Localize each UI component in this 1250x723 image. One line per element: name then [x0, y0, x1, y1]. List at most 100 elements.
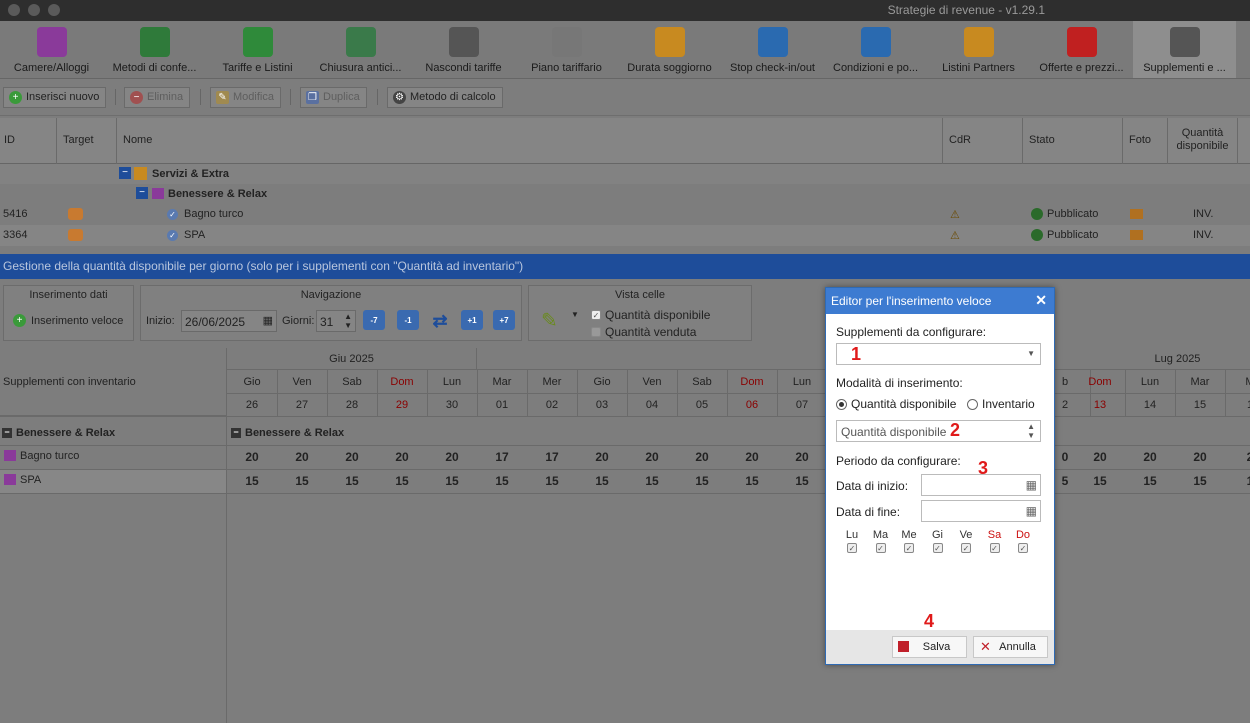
- photo-icon[interactable]: [1130, 209, 1143, 219]
- cancel-button[interactable]: ✕ Annulla: [973, 636, 1048, 658]
- pencil-dropdown-icon[interactable]: ✎: [541, 308, 558, 333]
- day-a[interactable]: 20: [577, 450, 627, 464]
- day-b[interactable]: 15: [377, 474, 427, 488]
- supplements-select[interactable]: ▼: [836, 343, 1041, 365]
- day-a[interactable]: 20: [777, 450, 827, 464]
- day-b[interactable]: 15: [1075, 474, 1125, 488]
- col-status[interactable]: Stato: [1023, 118, 1123, 164]
- day-b[interactable]: 15: [477, 474, 527, 488]
- table-row[interactable]: 5416 ✓ Bagno turco ⚠ Pubblicato INV.: [0, 204, 1250, 225]
- day-a[interactable]: 20: [227, 450, 277, 464]
- qty-type-select[interactable]: Quantità disponibile ▲ ▼: [836, 420, 1041, 442]
- day-b[interactable]: 15: [627, 474, 677, 488]
- calendar-group-row-right[interactable]: − Benessere & Relax: [231, 427, 344, 439]
- day-b[interactable]: 15: [777, 474, 827, 488]
- calendar-group-row[interactable]: − Benessere & Relax: [0, 427, 115, 439]
- chevron-down-icon[interactable]: ▼: [571, 310, 579, 319]
- day-b[interactable]: 15: [527, 474, 577, 488]
- checkbox-icon[interactable]: [591, 327, 601, 337]
- weekday-checkbox[interactable]: ✓: [932, 543, 943, 553]
- day-b[interactable]: 1: [1225, 474, 1250, 488]
- group-row[interactable]: − Servizi & Extra: [0, 164, 1250, 185]
- col-target[interactable]: Target: [57, 118, 117, 164]
- collapse-icon[interactable]: −: [136, 187, 148, 199]
- end-date-field[interactable]: ▦: [921, 500, 1041, 522]
- nav-plus-1-button[interactable]: +1: [461, 310, 483, 330]
- day-a[interactable]: 17: [477, 450, 527, 464]
- qty-sold-checkbox[interactable]: Quantità venduta: [591, 325, 696, 339]
- day-a[interactable]: 20: [377, 450, 427, 464]
- photo-icon[interactable]: [1130, 230, 1143, 240]
- day-a[interactable]: 20: [1175, 450, 1225, 464]
- tab-2[interactable]: Tariffe e Listini: [206, 21, 309, 78]
- day-b[interactable]: 15: [227, 474, 277, 488]
- tab-3[interactable]: Chiusura antici...: [309, 21, 412, 78]
- tab-6[interactable]: Durata soggiorno: [618, 21, 721, 78]
- day-a[interactable]: 20: [1125, 450, 1175, 464]
- day-a[interactable]: 20: [677, 450, 727, 464]
- stepper-arrows-icon[interactable]: ▲ ▼: [344, 312, 352, 330]
- day-a[interactable]: 17: [527, 450, 577, 464]
- nav-plus-7-button[interactable]: +7: [493, 310, 515, 330]
- tab-5[interactable]: Piano tariffario: [515, 21, 618, 78]
- calendar-icon[interactable]: ▦: [263, 314, 273, 327]
- swap-icon[interactable]: ⇄: [429, 310, 451, 331]
- tab-11[interactable]: Supplementi e ...: [1133, 21, 1236, 78]
- nav-minus-7-button[interactable]: -7: [363, 310, 385, 330]
- subgroup-row[interactable]: − Benessere & Relax: [0, 184, 1250, 205]
- day-a[interactable]: 20: [1075, 450, 1125, 464]
- day-a[interactable]: 2: [1225, 450, 1250, 464]
- tab-10[interactable]: Offerte e prezzi...: [1030, 21, 1133, 78]
- tab-0[interactable]: Camere/Alloggi: [0, 21, 103, 78]
- col-qty[interactable]: Quantità disponibile: [1168, 118, 1238, 164]
- calendar-icon[interactable]: ▦: [1026, 504, 1037, 518]
- start-date-field[interactable]: ▦: [921, 474, 1041, 496]
- start-date-input[interactable]: 26/06/2025 ▦: [181, 310, 277, 332]
- calendar-icon[interactable]: ▦: [1026, 478, 1037, 492]
- calc-method-button[interactable]: ⚙ Metodo di calcolo: [387, 87, 503, 108]
- radio-qty-available[interactable]: Quantità disponibile: [836, 397, 956, 411]
- tab-9[interactable]: Listini Partners: [927, 21, 1030, 78]
- minimize-window-button[interactable]: [28, 4, 40, 16]
- day-b[interactable]: 15: [1175, 474, 1225, 488]
- tab-4[interactable]: Nascondi tariffe: [412, 21, 515, 78]
- weekday-checkbox[interactable]: ✓: [847, 543, 857, 553]
- days-stepper[interactable]: 31 ▲ ▼: [316, 310, 356, 332]
- weekday-checkbox[interactable]: ✓: [961, 543, 971, 553]
- weekday-checkbox[interactable]: ✓: [904, 543, 914, 553]
- col-id[interactable]: ID: [0, 118, 57, 164]
- day-b[interactable]: 15: [427, 474, 477, 488]
- day-a[interactable]: 20: [327, 450, 377, 464]
- col-photo[interactable]: Foto: [1123, 118, 1168, 164]
- save-button[interactable]: Salva: [892, 636, 967, 658]
- checkbox-checked-icon[interactable]: ✓: [591, 310, 601, 320]
- chevron-down-icon[interactable]: ▼: [1027, 349, 1035, 358]
- tab-7[interactable]: Stop check-in/out: [721, 21, 824, 78]
- day-a[interactable]: 20: [427, 450, 477, 464]
- weekday-checkbox[interactable]: ✓: [875, 543, 886, 553]
- duplicate-button[interactable]: ❐ Duplica: [300, 87, 367, 108]
- radio-icon[interactable]: [967, 398, 978, 410]
- day-a[interactable]: 20: [727, 450, 777, 464]
- qty-available-checkbox[interactable]: ✓ Quantità disponibile: [591, 308, 710, 322]
- day-a[interactable]: 20: [627, 450, 677, 464]
- collapse-icon[interactable]: −: [231, 428, 241, 438]
- edit-button[interactable]: ✎ Modifica: [210, 87, 281, 108]
- calendar-item-row[interactable]: Bagno turco: [0, 446, 227, 470]
- stepper-arrows-icon[interactable]: ▲ ▼: [1027, 422, 1035, 440]
- day-a[interactable]: 20: [277, 450, 327, 464]
- window-controls[interactable]: [8, 4, 60, 16]
- delete-button[interactable]: − Elimina: [124, 87, 191, 108]
- day-b[interactable]: 15: [727, 474, 777, 488]
- day-b[interactable]: 15: [277, 474, 327, 488]
- col-name[interactable]: Nome: [117, 118, 943, 164]
- tab-8[interactable]: Condizioni e po...: [824, 21, 927, 78]
- zoom-window-button[interactable]: [48, 4, 60, 16]
- calendar-item-row[interactable]: SPA: [0, 470, 227, 494]
- day-b[interactable]: 15: [327, 474, 377, 488]
- insert-new-button[interactable]: + Inserisci nuovo: [3, 87, 107, 108]
- nav-minus-1-button[interactable]: -1: [397, 310, 419, 330]
- radio-selected-icon[interactable]: [836, 398, 847, 410]
- radio-inventory[interactable]: Inventario: [967, 397, 1035, 411]
- collapse-icon[interactable]: −: [119, 167, 131, 179]
